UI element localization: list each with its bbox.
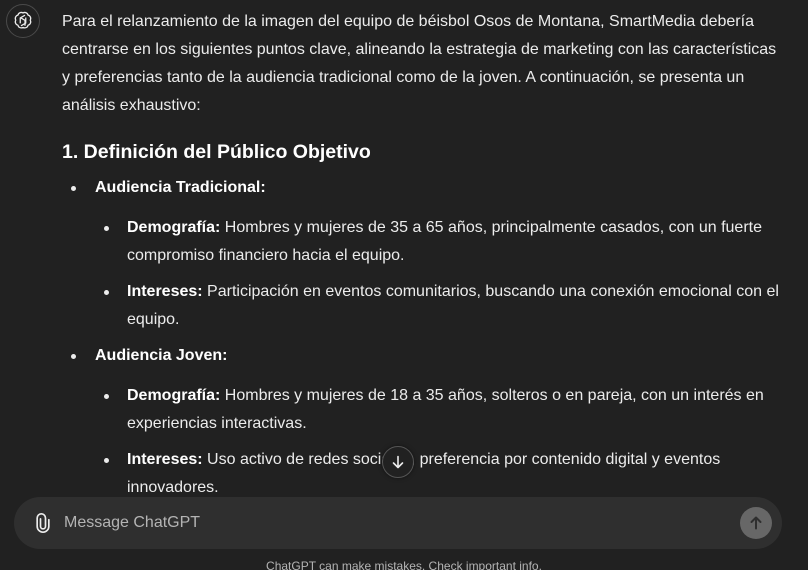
list-item-audience-traditional: Audiencia Tradicional: Demografía: Hombr… — [62, 174, 782, 334]
item-term: Demografía: — [127, 219, 221, 236]
assistant-message: Para el relanzamiento de la imagen del e… — [62, 8, 782, 510]
sub-list: Demografía: Hombres y mujeres de 18 a 35… — [95, 382, 782, 502]
openai-logo-icon — [14, 11, 32, 29]
paperclip-icon — [36, 513, 50, 533]
disclaimer-text: ChatGPT can make mistakes. Check importa… — [266, 559, 542, 570]
message-intro: Para el relanzamiento de la imagen del e… — [62, 13, 777, 114]
message-input[interactable] — [64, 507, 724, 539]
list-item-audience-young: Audiencia Joven: Demografía: Hombres y m… — [62, 342, 782, 502]
arrow-down-icon — [392, 455, 404, 469]
item-term: Demografía: — [127, 387, 221, 404]
sub-list: Demografía: Hombres y mujeres de 35 a 65… — [95, 214, 782, 334]
group-label: Audiencia Joven: — [95, 347, 228, 364]
arrow-up-icon — [750, 516, 762, 530]
item-term: Intereses: — [127, 283, 203, 300]
section-heading: 1. Definición del Público Objetivo — [62, 141, 371, 163]
item-term: Intereses: — [127, 451, 203, 468]
send-button[interactable] — [740, 507, 772, 539]
audience-list: Audiencia Tradicional: Demografía: Hombr… — [62, 174, 782, 502]
item-text: Uso activo de redes sociales, preferenci… — [127, 451, 721, 496]
assistant-avatar — [6, 4, 40, 38]
message-composer — [14, 497, 782, 549]
chat-page: Para el relanzamiento de la imagen del e… — [0, 0, 808, 570]
group-label: Audiencia Tradicional: — [95, 179, 266, 196]
list-item: Demografía: Hombres y mujeres de 18 a 35… — [95, 382, 782, 438]
list-item: Demografía: Hombres y mujeres de 35 a 65… — [95, 214, 782, 270]
item-text: Hombres y mujeres de 18 a 35 años, solte… — [127, 387, 764, 432]
scroll-to-bottom-button[interactable] — [382, 446, 414, 478]
attach-button[interactable] — [32, 511, 54, 535]
item-text: Participación en eventos comunitarios, b… — [127, 283, 779, 328]
list-item: Intereses: Uso activo de redes sociales,… — [95, 446, 782, 502]
list-item: Intereses: Participación en eventos comu… — [95, 278, 782, 334]
item-text: Hombres y mujeres de 35 a 65 años, princ… — [127, 219, 762, 264]
